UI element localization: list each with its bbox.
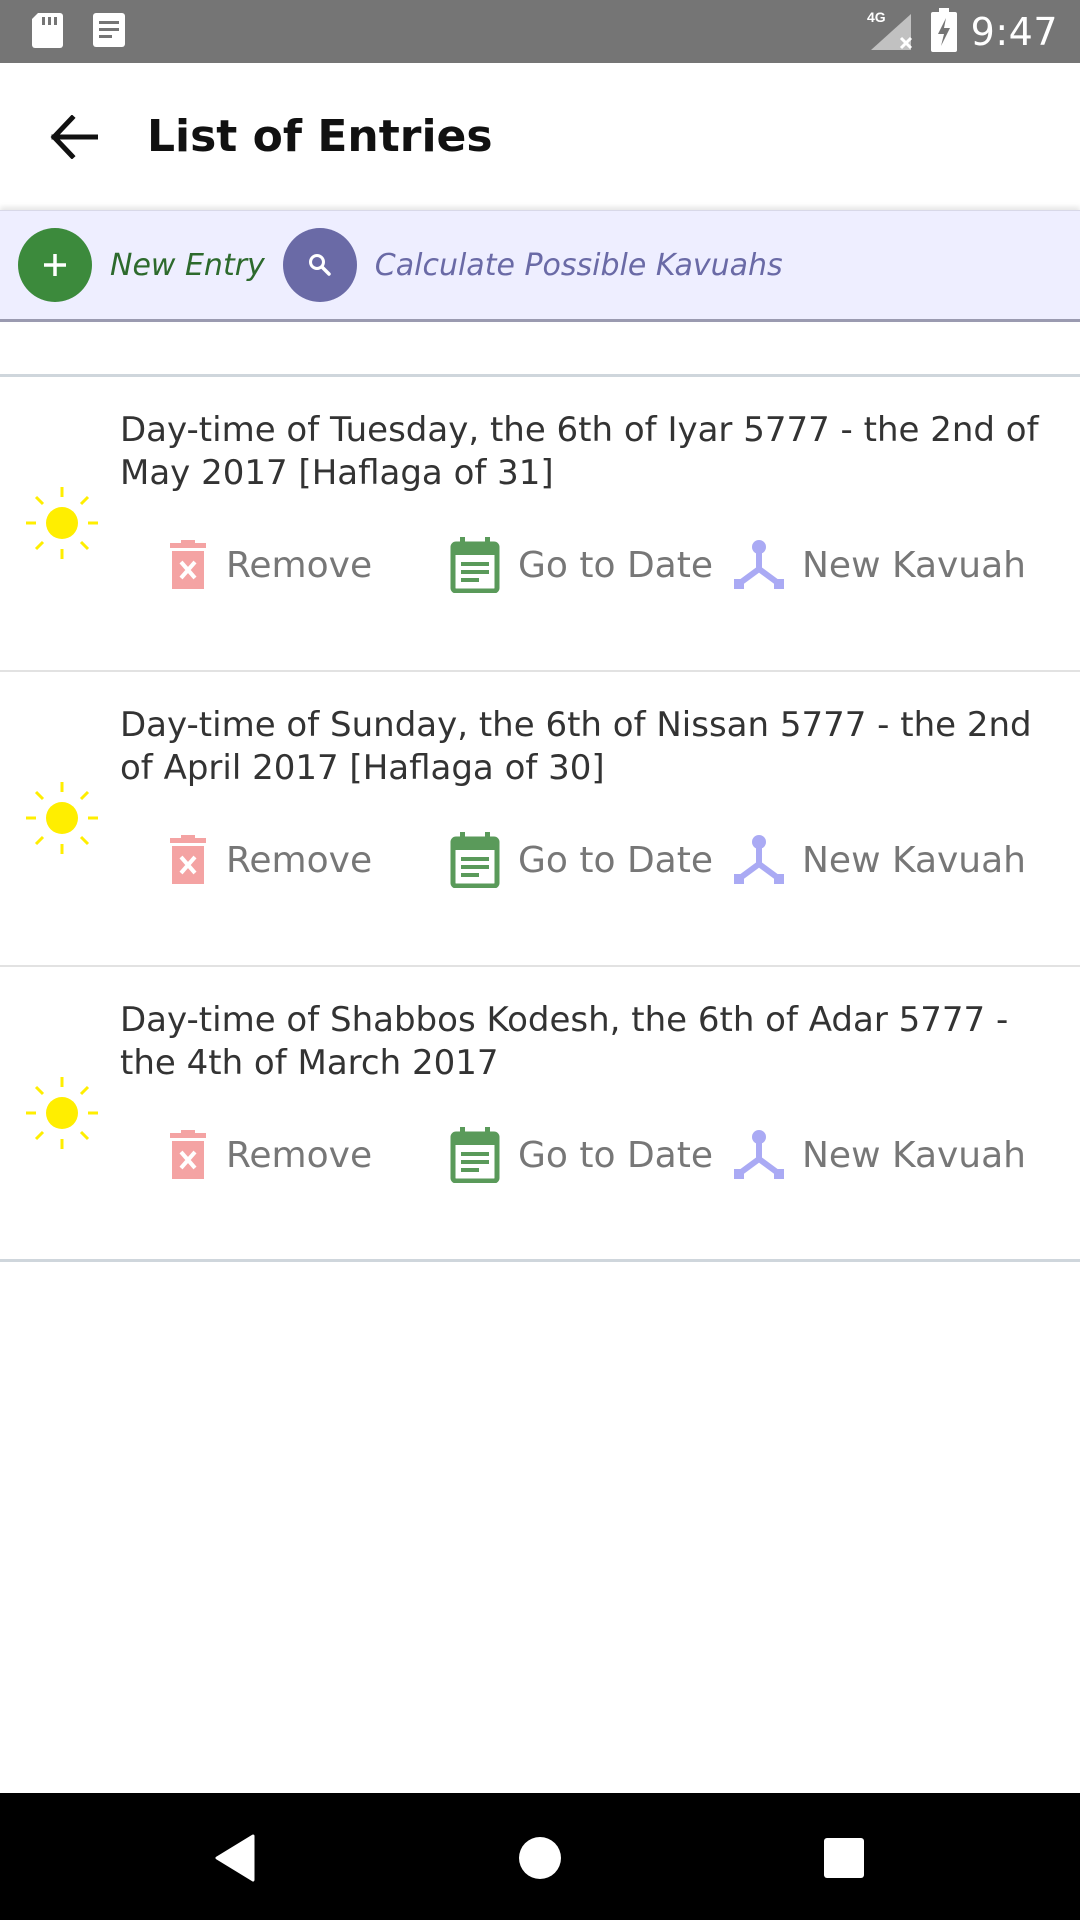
- entry-text[interactable]: Day-time of Sunday, the 6th of Nissan 57…: [120, 704, 1040, 790]
- remove-button[interactable]: Remove: [168, 535, 372, 595]
- fork-icon: [734, 1130, 784, 1179]
- back-button[interactable]: [38, 101, 110, 173]
- fork-icon: [734, 835, 784, 884]
- system-nav-bar: [0, 1793, 1080, 1920]
- remove-label: Remove: [226, 1134, 373, 1176]
- nav-back-button[interactable]: [200, 1823, 270, 1893]
- nav-home-button[interactable]: [505, 1823, 575, 1893]
- entry-actions: Remove Go to Date New Kavuah: [0, 1125, 1080, 1185]
- new-kavuah-button[interactable]: New Kavuah: [734, 535, 1026, 595]
- calendar-icon: [450, 832, 500, 888]
- new-kavuah-label: New Kavuah: [802, 544, 1026, 586]
- fork-icon: [734, 540, 784, 589]
- circle-home-icon: [519, 1837, 561, 1879]
- signal-icon: 4G: [867, 8, 917, 56]
- triangle-back-icon: [215, 1834, 255, 1882]
- entry-item: Day-time of Shabbos Kodesh, the 6th of A…: [0, 967, 1080, 1262]
- trash-icon: [170, 1130, 206, 1179]
- go-to-date-label: Go to Date: [518, 1134, 713, 1176]
- entry-text[interactable]: Day-time of Tuesday, the 6th of Iyar 577…: [120, 409, 1040, 495]
- battery-charging-icon: [930, 7, 957, 56]
- remove-button[interactable]: Remove: [168, 1125, 372, 1185]
- remove-button[interactable]: Remove: [168, 830, 372, 890]
- go-to-date-button[interactable]: Go to Date: [450, 830, 713, 890]
- sd-card-icon: [30, 11, 64, 53]
- entry-item: Day-time of Sunday, the 6th of Nissan 57…: [0, 672, 1080, 967]
- entry-actions: Remove Go to Date New Kavuah: [0, 535, 1080, 595]
- nav-recents-button[interactable]: [809, 1823, 879, 1893]
- arrow-left-icon: [50, 114, 98, 159]
- new-entry-label: New Entry: [110, 247, 265, 283]
- new-kavuah-label: New Kavuah: [802, 1134, 1026, 1176]
- network-type-label: 4G: [867, 9, 886, 25]
- calendar-icon: [450, 1127, 500, 1183]
- plus-icon: [18, 228, 92, 302]
- remove-label: Remove: [226, 544, 373, 586]
- calculate-kavuahs-button[interactable]: Calculate Possible Kavuahs: [282, 228, 783, 302]
- new-kavuah-button[interactable]: New Kavuah: [734, 1125, 1026, 1185]
- go-to-date-label: Go to Date: [518, 544, 713, 586]
- new-kavuah-label: New Kavuah: [802, 839, 1026, 881]
- square-recents-icon: [824, 1838, 864, 1878]
- app-bar: List of Entries: [0, 63, 1080, 210]
- entry-actions: Remove Go to Date New Kavuah: [0, 830, 1080, 890]
- entry-text[interactable]: Day-time of Shabbos Kodesh, the 6th of A…: [120, 999, 1040, 1085]
- go-to-date-button[interactable]: Go to Date: [450, 1125, 713, 1185]
- calendar-icon: [450, 537, 500, 593]
- entry-item: Day-time of Tuesday, the 6th of Iyar 577…: [0, 377, 1080, 672]
- notes-icon: [92, 11, 126, 53]
- page-title: List of Entries: [147, 111, 493, 162]
- entries-list: Day-time of Tuesday, the 6th of Iyar 577…: [0, 377, 1080, 1262]
- trash-icon: [170, 540, 206, 589]
- action-toolbar: New Entry Calculate Possible Kavuahs: [0, 210, 1080, 322]
- new-entry-button[interactable]: New Entry: [18, 228, 265, 302]
- status-bar: 4G 9:47: [0, 0, 1080, 63]
- calculate-kavuahs-label: Calculate Possible Kavuahs: [374, 247, 783, 283]
- new-kavuah-button[interactable]: New Kavuah: [734, 830, 1026, 890]
- status-time: 9:47: [970, 9, 1058, 54]
- search-icon: [282, 228, 357, 302]
- go-to-date-button[interactable]: Go to Date: [450, 535, 713, 595]
- go-to-date-label: Go to Date: [518, 839, 713, 881]
- trash-icon: [170, 835, 206, 884]
- remove-label: Remove: [226, 839, 373, 881]
